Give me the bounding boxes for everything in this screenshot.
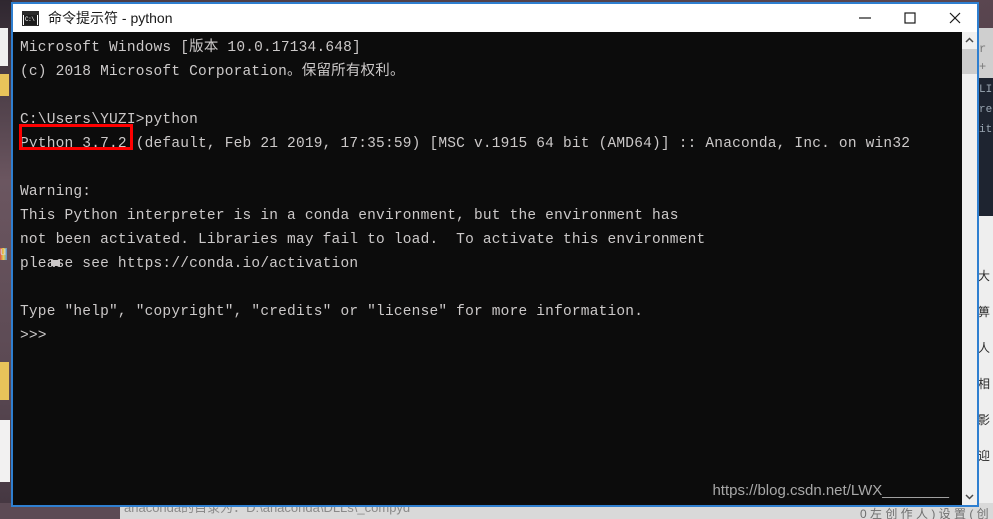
background-left-yellow-bottom	[0, 362, 9, 400]
background-left-panel-top	[0, 28, 8, 66]
command-prompt-window[interactable]: C:\ 命令提示符 - python Microsoft Windows [版本…	[11, 2, 979, 507]
scrollbar-up-arrow-icon[interactable]	[962, 32, 977, 49]
console-text: Microsoft Windows [版本 10.0.17134.648] (c…	[20, 40, 911, 344]
window-title: 命令提示符 - python	[48, 10, 173, 26]
scrollbar-track[interactable]	[962, 74, 977, 488]
scrollbar-down-arrow-icon[interactable]	[962, 488, 977, 505]
background-right-toolbar-glyphs: r +	[979, 42, 987, 74]
cmd-icon-label: C:\	[24, 14, 37, 25]
window-controls	[842, 4, 977, 32]
screen: u r + LI re it 大 箅 人 相 影 迎 anaconda的目录为：…	[0, 0, 993, 519]
scrollbar-thumb[interactable]	[962, 49, 977, 74]
background-web-page-text: 大 箅 人 相 影 迎	[978, 269, 991, 463]
close-button[interactable]	[932, 4, 977, 32]
background-left-yellow-top	[0, 74, 9, 96]
maximize-button[interactable]	[887, 4, 932, 32]
window-titlebar[interactable]: C:\ 命令提示符 - python	[13, 4, 977, 32]
watermark-text: https://blog.csdn.net/LWX________	[712, 482, 949, 499]
cmd-icon: C:\	[22, 10, 39, 26]
background-bottom-right-text: 0 左 创 作 人 ) 设 置 ( 创	[860, 507, 989, 519]
console-cursor	[51, 260, 60, 266]
console-scrollbar[interactable]	[962, 32, 977, 505]
console-output-area[interactable]: Microsoft Windows [版本 10.0.17134.648] (c…	[13, 32, 977, 505]
background-code-editor-text: LI re it	[979, 84, 993, 136]
background-left-label: u	[0, 246, 7, 258]
minimize-button[interactable]	[842, 4, 887, 32]
background-left-panel-bottom	[0, 420, 10, 482]
